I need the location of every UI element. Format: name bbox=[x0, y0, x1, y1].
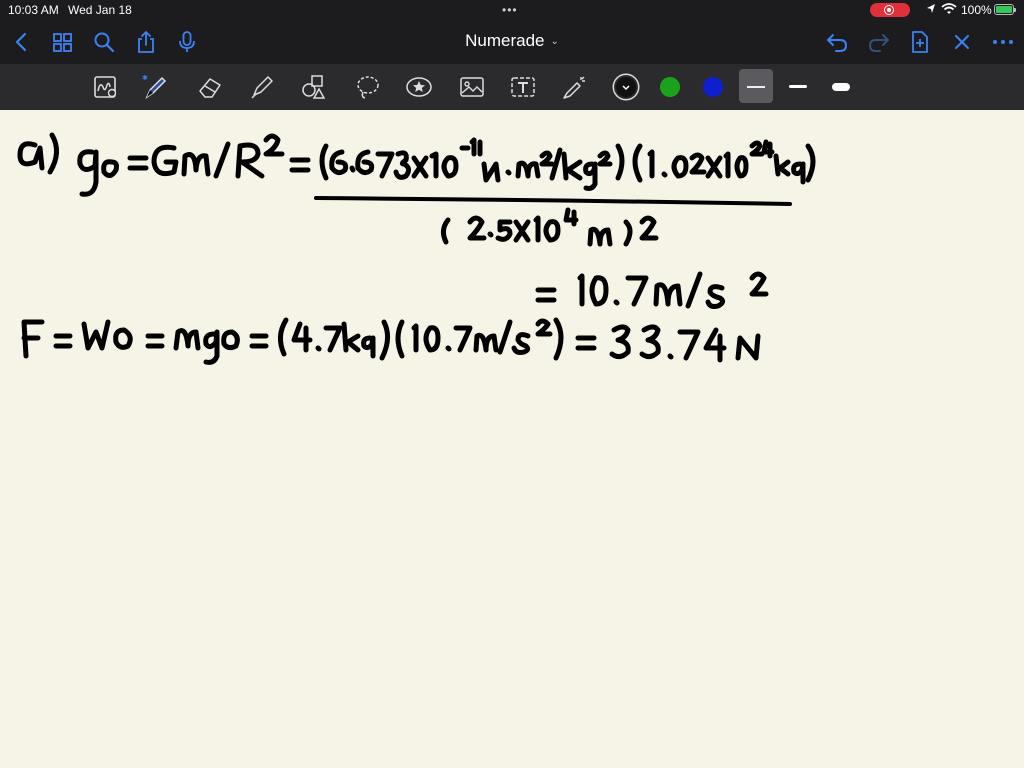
undo-icon[interactable] bbox=[825, 30, 849, 54]
handwriting-line-1 bbox=[17, 132, 816, 247]
color-swatch-green[interactable] bbox=[660, 77, 680, 97]
status-bar: 10:03 AM Wed Jan 18 ••• 100% bbox=[0, 0, 1024, 20]
sticker-icon[interactable] bbox=[405, 73, 433, 101]
navigation-bar: Numerade ⌄ bbox=[0, 20, 1024, 64]
pen-icon[interactable]: ✱ bbox=[142, 73, 170, 101]
lasso-icon[interactable] bbox=[354, 73, 382, 101]
battery-charging-icon bbox=[994, 4, 1016, 15]
note-canvas[interactable] bbox=[0, 110, 1024, 768]
chevron-down-icon: ⌄ bbox=[550, 36, 559, 47]
lasso-handwriting-icon[interactable] bbox=[92, 73, 120, 101]
drawing-toolbar: ✱ bbox=[0, 64, 1024, 110]
color-swatch-blue[interactable] bbox=[703, 77, 723, 97]
wifi-icon bbox=[941, 3, 957, 14]
image-icon[interactable] bbox=[458, 73, 486, 101]
stroke-width-thin[interactable] bbox=[747, 86, 765, 88]
handwriting-line-2 bbox=[535, 271, 769, 309]
laser-pointer-icon[interactable] bbox=[561, 73, 589, 101]
handwritten-equations bbox=[17, 132, 816, 365]
more-icon[interactable] bbox=[991, 30, 1015, 54]
redo-icon[interactable] bbox=[867, 30, 891, 54]
color-swatch-black[interactable] bbox=[616, 77, 636, 97]
text-icon[interactable] bbox=[509, 73, 537, 101]
stroke-width-thick[interactable] bbox=[832, 83, 850, 91]
highlighter-icon[interactable] bbox=[248, 73, 276, 101]
battery-percentage: 100% bbox=[961, 3, 992, 17]
eraser-icon[interactable] bbox=[196, 73, 224, 101]
status-time: 10:03 AM bbox=[8, 3, 59, 17]
shapes-icon[interactable] bbox=[300, 73, 328, 101]
svg-text:✱: ✱ bbox=[142, 74, 148, 82]
location-icon bbox=[927, 4, 935, 13]
document-title: Numerade bbox=[465, 31, 545, 50]
screen-record-icon[interactable] bbox=[870, 3, 910, 17]
stroke-width-medium[interactable] bbox=[789, 85, 807, 88]
close-icon[interactable] bbox=[950, 30, 974, 54]
multitasking-dots-icon[interactable]: ••• bbox=[502, 3, 518, 17]
chevron-down-icon bbox=[622, 85, 630, 91]
add-page-icon[interactable] bbox=[908, 30, 932, 54]
handwriting-line-3 bbox=[21, 317, 761, 365]
status-date: Wed Jan 18 bbox=[68, 3, 132, 17]
